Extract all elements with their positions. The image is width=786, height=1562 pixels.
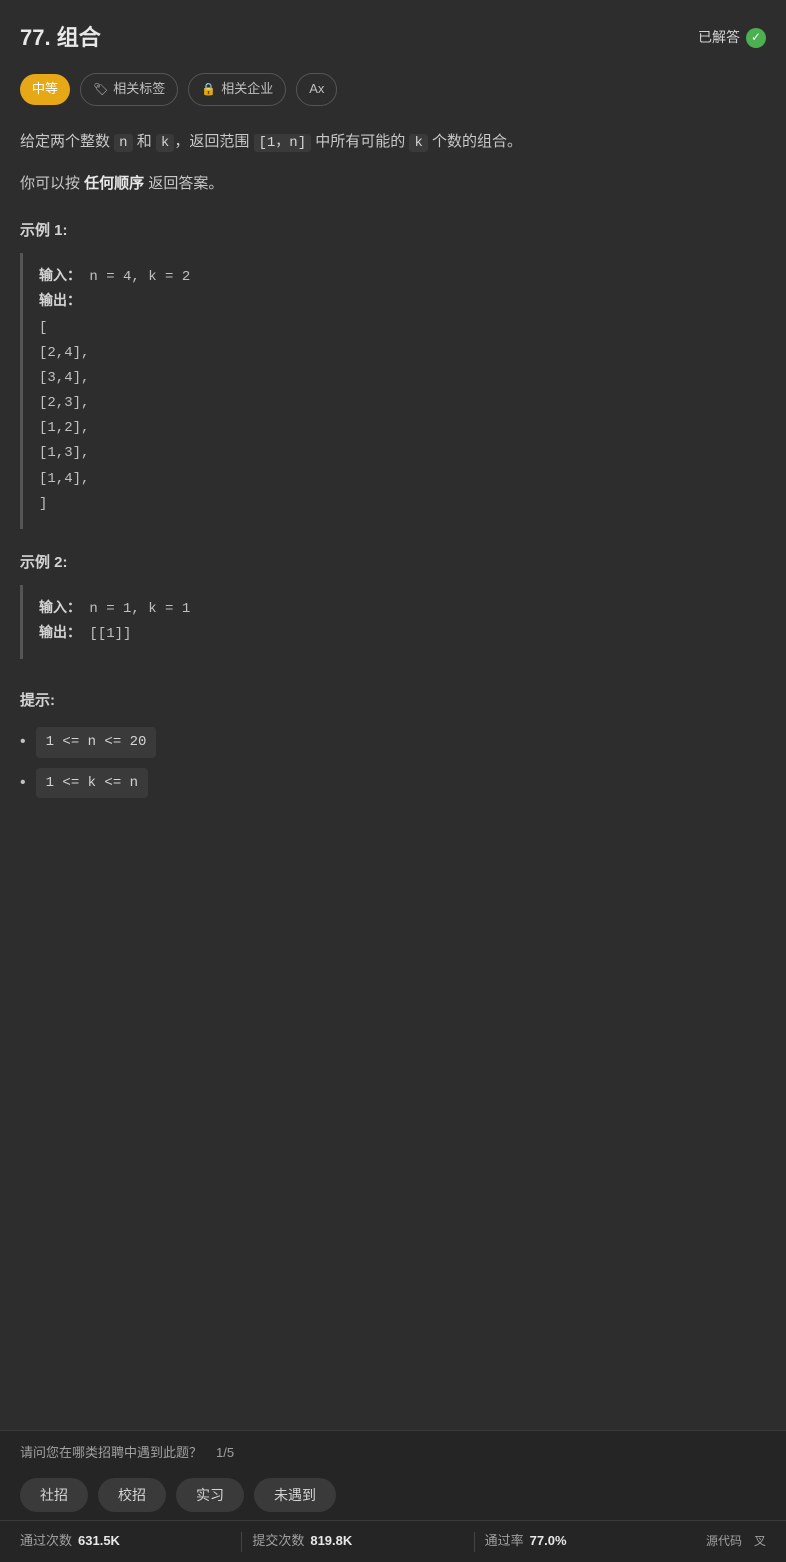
example1-input-value: n = 4, k = 2 (89, 269, 190, 285)
stat-submit-count: 提交次数 819.8K (252, 1531, 463, 1552)
font-size-button[interactable]: Ax (296, 73, 337, 106)
hints-title: 提示: (20, 689, 766, 713)
difficulty-tag[interactable]: 中等 (20, 74, 70, 105)
example2-input-label: 输入： (39, 601, 81, 617)
solved-badge: 已解答 ✓ (698, 26, 766, 48)
stat-divider-2 (474, 1532, 475, 1552)
hint-item-1: • 1 <= n <= 20 (20, 727, 766, 757)
example1-output: 输出： (39, 290, 750, 315)
example2-output-value: [[1]] (89, 626, 131, 642)
desc-part4: 个数的组合。 (428, 133, 522, 150)
desc-range: [1，n] (254, 134, 312, 152)
example1-title: 示例 1: (20, 219, 766, 243)
desc-part1: 给定两个整数 (20, 133, 114, 150)
recruit-btn-shezao[interactable]: 社招 (20, 1478, 88, 1512)
desc-line2-1: 你可以按 (20, 175, 84, 192)
recruitment-count: 1/5 (216, 1443, 234, 1464)
related-companies-label: 相关企业 (221, 79, 273, 100)
stat-rate-label: 通过率 (485, 1531, 524, 1552)
example2-input-value: n = 1, k = 1 (89, 601, 190, 617)
stat-pass-label: 通过次数 (20, 1531, 72, 1552)
tag-icon: 🏷 (93, 80, 108, 99)
bottom-bar: 请问您在哪类招聘中遇到此题？ 1/5 社招 校招 实习 未遇到 通过次数 631… (0, 1430, 786, 1562)
hint2-code: 1 <= k <= n (36, 768, 148, 798)
example1-output-value: [ [2,4], [3,4], [2,3], [1,2], [1,3], [1,… (39, 316, 750, 518)
solved-label: 已解答 (698, 26, 740, 48)
recruit-btn-not-encountered[interactable]: 未遇到 (254, 1478, 336, 1512)
related-companies-button[interactable]: 🔒 相关企业 (188, 73, 286, 106)
stat-pass-value: 631.5K (78, 1531, 120, 1552)
example2-title: 示例 2: (20, 551, 766, 575)
stat-submit-label: 提交次数 (252, 1531, 304, 1552)
hint-bullet-1: • (20, 729, 26, 755)
example2-output: 输出： [[1]] (39, 622, 750, 647)
check-icon: ✓ (746, 28, 766, 48)
tags-row: 中等 🏷 相关标签 🔒 相关企业 Ax (20, 73, 766, 106)
desc-part2: ，返回范围 (174, 133, 253, 150)
desc-part3: 中所有可能的 (311, 133, 409, 150)
example2-output-label: 输出： (39, 626, 81, 642)
stat-pass-count: 通过次数 631.5K (20, 1531, 231, 1552)
stat-rate-value: 77.0% (530, 1531, 567, 1552)
example2-input: 输入： n = 1, k = 1 (39, 597, 750, 622)
desc-k2: k (409, 134, 427, 152)
stats-row: 通过次数 631.5K 提交次数 819.8K 通过率 77.0% 源代码 叉 (0, 1520, 786, 1562)
example1-output-label: 输出： (39, 294, 81, 310)
hint-bullet-2: • (20, 770, 26, 796)
related-tags-button[interactable]: 🏷 相关标签 (80, 73, 178, 106)
recruit-btn-xiaozao[interactable]: 校招 (98, 1478, 166, 1512)
desc-k: k (156, 134, 174, 152)
problem-description-2: 你可以按 任何顺序 返回答案。 (20, 170, 766, 197)
desc-bold: 任何顺序 (84, 175, 144, 192)
desc-n: n (114, 134, 132, 152)
related-tags-label: 相关标签 (113, 79, 165, 100)
lock-icon: 🔒 (201, 80, 216, 99)
problem-description: 给定两个整数 n 和 k，返回范围 [1，n] 中所有可能的 k 个数的组合。 (20, 128, 766, 156)
stat-pass-rate: 通过率 77.0% (485, 1531, 696, 1552)
example2-block: 输入： n = 1, k = 1 输出： [[1]] (20, 585, 766, 659)
hint1-code: 1 <= n <= 20 (36, 727, 157, 757)
hint-item-2: • 1 <= k <= n (20, 768, 766, 798)
font-size-icon: Ax (309, 79, 324, 100)
recruitment-row: 请问您在哪类招聘中遇到此题？ 1/5 (0, 1431, 786, 1472)
close-link[interactable]: 叉 (754, 1532, 766, 1551)
recruitment-buttons: 社招 校招 实习 未遇到 (0, 1478, 786, 1520)
example1-input-label: 输入： (39, 269, 81, 285)
stat-submit-value: 819.8K (310, 1531, 352, 1552)
recruitment-question: 请问您在哪类招聘中遇到此题？ (20, 1443, 202, 1464)
example1-input: 输入： n = 4, k = 2 (39, 265, 750, 290)
problem-title: 77. 组合 (20, 20, 101, 55)
desc-and: 和 (133, 133, 156, 150)
example1-block: 输入： n = 4, k = 2 输出： [ [2,4], [3,4], [2,… (20, 253, 766, 529)
source-code-link[interactable]: 源代码 (706, 1532, 742, 1551)
source-links: 源代码 叉 (706, 1532, 766, 1551)
recruit-btn-shixi[interactable]: 实习 (176, 1478, 244, 1512)
stat-divider-1 (241, 1532, 242, 1552)
desc-line2-2: 返回答案。 (144, 175, 223, 192)
